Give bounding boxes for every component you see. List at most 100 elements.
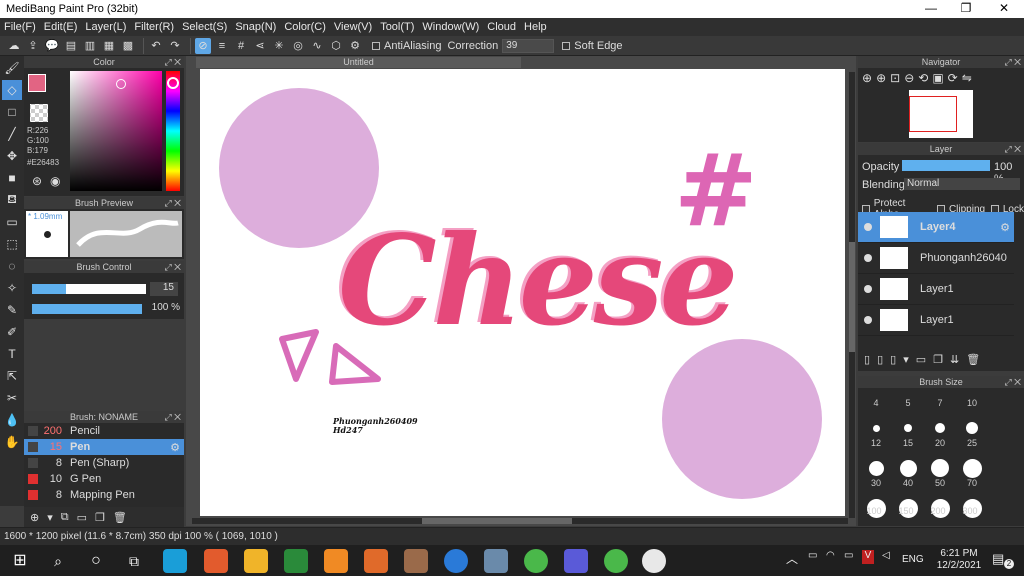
- hue-slider-thumb[interactable]: [167, 77, 179, 89]
- hand-tool-icon[interactable]: ✋: [2, 432, 22, 452]
- tray-chevron-icon[interactable]: ︿: [786, 550, 798, 567]
- task-view-icon[interactable]: ⧉: [122, 549, 146, 573]
- operation-tool-icon[interactable]: ⇱: [2, 366, 22, 386]
- size-label[interactable]: 5: [892, 398, 924, 418]
- tray-icon-1[interactable]: ▭: [808, 550, 817, 561]
- size-dot[interactable]: [860, 458, 892, 478]
- notification-icon[interactable]: ▤: [992, 551, 1004, 567]
- menu-color[interactable]: Color(C): [284, 21, 326, 33]
- new-halftone-layer-icon[interactable]: ▯: [877, 353, 883, 366]
- copy-brush-icon[interactable]: ⧉: [61, 511, 69, 524]
- close-button[interactable]: ✕: [985, 1, 1023, 17]
- menu-edit[interactable]: Edit(E): [44, 21, 78, 33]
- correction-select[interactable]: 39: [502, 38, 555, 53]
- folder-icon[interactable]: [244, 549, 268, 573]
- menu-layer[interactable]: Layer(L): [85, 21, 126, 33]
- layer-row[interactable]: Layer4 ⚙: [858, 212, 1014, 243]
- color-wheel-icon[interactable]: ⊛: [32, 174, 42, 188]
- parallel-snap-icon[interactable]: ≡: [214, 38, 230, 54]
- horizontal-scrollbar[interactable]: [192, 518, 848, 524]
- color-picker-cursor[interactable]: [116, 79, 126, 89]
- size-dot[interactable]: [860, 418, 892, 438]
- comment-icon[interactable]: 💬: [44, 38, 60, 54]
- select-eraser-tool-icon[interactable]: ✐: [2, 322, 22, 342]
- size-label[interactable]: 25: [956, 438, 988, 458]
- fit-icon[interactable]: ⊡: [890, 71, 900, 85]
- undo-icon[interactable]: ↶: [148, 38, 164, 54]
- select-tool-icon[interactable]: ⬚: [2, 234, 22, 254]
- app-icon-1[interactable]: [163, 549, 187, 573]
- vertical-scrollbar[interactable]: [849, 72, 855, 518]
- maximize-button[interactable]: ❐: [947, 1, 985, 17]
- grid-layout-icon[interactable]: ▩: [120, 38, 136, 54]
- redo-icon[interactable]: ↷: [167, 38, 183, 54]
- size-label[interactable]: 4: [860, 398, 892, 418]
- menu-snap[interactable]: Snap(N): [235, 21, 276, 33]
- brush-item-mapping-pen[interactable]: 8 Mapping Pen: [24, 487, 184, 503]
- size-label[interactable]: 40: [892, 478, 924, 498]
- flip-icon[interactable]: ⇋: [962, 71, 972, 85]
- saturation-value-picker[interactable]: [70, 71, 162, 191]
- search-icon[interactable]: ⌕: [46, 549, 70, 573]
- text-tool-icon[interactable]: T: [2, 344, 22, 364]
- divide-tool-icon[interactable]: ✂: [2, 388, 22, 408]
- circle-snap-icon[interactable]: ◎: [290, 38, 306, 54]
- zoom-in-alt-icon[interactable]: ⊕: [876, 71, 886, 85]
- size-label[interactable]: 150: [890, 506, 922, 516]
- menu-file[interactable]: File(F): [4, 21, 36, 33]
- panel-close-icon[interactable]: ⤢ ✕: [164, 261, 181, 273]
- rotate-right-icon[interactable]: ⟳: [948, 71, 958, 85]
- snap-settings-icon[interactable]: ⚙: [347, 38, 363, 54]
- size-label[interactable]: 10: [956, 398, 988, 418]
- snap-off-icon[interactable]: ⊘: [195, 37, 211, 54]
- teams-icon[interactable]: [564, 549, 588, 573]
- cortana-icon[interactable]: ○: [84, 549, 108, 573]
- minimize-button[interactable]: —: [912, 1, 950, 17]
- layer-row[interactable]: Layer1: [858, 305, 1014, 336]
- primary-color-swatch[interactable]: [28, 74, 46, 92]
- palette-icon[interactable]: ◉: [50, 174, 60, 188]
- menu-filter[interactable]: Filter(R): [134, 21, 174, 33]
- blending-select[interactable]: Normal: [904, 178, 1020, 190]
- magic-wand-tool-icon[interactable]: ✧: [2, 278, 22, 298]
- upload-icon[interactable]: ⇪: [25, 38, 41, 54]
- menu-view[interactable]: View(V): [334, 21, 372, 33]
- layer-row[interactable]: Layer1: [858, 274, 1014, 305]
- brush-size-slider[interactable]: [32, 284, 146, 294]
- menu-help[interactable]: Help: [524, 21, 547, 33]
- hue-slider[interactable]: [166, 71, 180, 191]
- duplicate-layer-icon[interactable]: ❐: [933, 353, 943, 366]
- brush-size-value[interactable]: 15: [150, 282, 178, 296]
- size-dot[interactable]: [892, 458, 924, 478]
- gradient-tool-icon[interactable]: ▭: [2, 212, 22, 232]
- app-icon-8[interactable]: [604, 549, 628, 573]
- size-dot[interactable]: [892, 418, 924, 438]
- duplicate-icon[interactable]: ❐: [95, 511, 105, 524]
- brush-opacity-value[interactable]: 100 %: [144, 302, 180, 313]
- menu-cloud[interactable]: Cloud: [487, 21, 516, 33]
- navigator-view-rect[interactable]: [909, 96, 957, 132]
- layer-menu-icon[interactable]: ▾: [903, 353, 909, 366]
- panel-close-icon[interactable]: ⤢ ✕: [164, 56, 181, 68]
- frame-icon[interactable]: ▦: [101, 38, 117, 54]
- visibility-eye-icon[interactable]: [864, 285, 872, 293]
- size-label[interactable]: 300: [954, 506, 986, 516]
- actual-size-icon[interactable]: ▣: [932, 71, 943, 85]
- bucket-tool-icon[interactable]: ⛾: [2, 190, 22, 210]
- layer-settings-gear-icon[interactable]: ⚙: [1000, 221, 1010, 234]
- move-tool-icon[interactable]: ✥: [2, 146, 22, 166]
- soft-edge-checkbox[interactable]: [562, 41, 571, 50]
- perspective-snap-icon[interactable]: ⬡: [328, 38, 344, 54]
- brush-item-pen-sharp[interactable]: 8 Pen (Sharp): [24, 455, 184, 471]
- language-indicator[interactable]: ENG: [902, 554, 924, 565]
- vanishing-snap-icon[interactable]: ⋖: [252, 38, 268, 54]
- menu-tool[interactable]: Tool(T): [380, 21, 414, 33]
- horizontal-scroll-thumb[interactable]: [422, 518, 572, 524]
- brush-menu-icon[interactable]: ▾: [47, 511, 53, 524]
- rotate-left-icon[interactable]: ⟲: [918, 71, 928, 85]
- panel-close-icon[interactable]: ⤢ ✕: [1004, 56, 1021, 68]
- size-dot[interactable]: [956, 418, 988, 438]
- chrome-icon[interactable]: [204, 549, 228, 573]
- cross-snap-icon[interactable]: #: [233, 38, 249, 54]
- visibility-eye-icon[interactable]: [864, 316, 872, 324]
